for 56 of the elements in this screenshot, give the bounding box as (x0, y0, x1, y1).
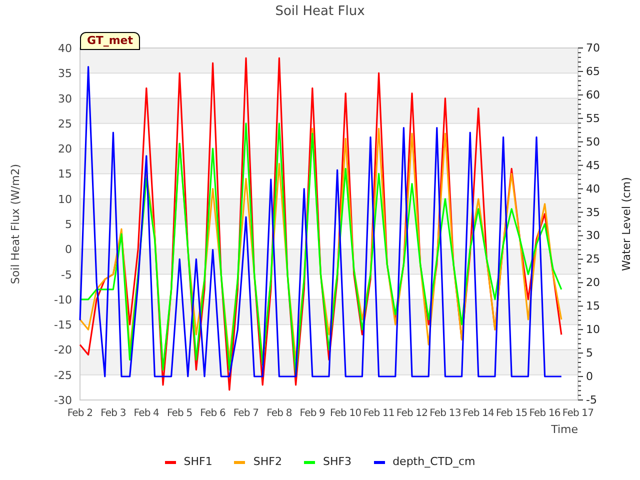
right-tick-label: 45 (586, 158, 600, 172)
x-tick-label: Feb 7 (233, 408, 259, 419)
x-tick-label: Feb 10 (330, 408, 362, 419)
right-tick-label: 20 (586, 276, 600, 290)
right-tick-label: 0 (586, 370, 593, 384)
x-tick-label: Feb 4 (134, 408, 160, 419)
y-tick-label: -25 (54, 368, 72, 382)
y-tick-label: 0 (65, 243, 72, 256)
y-tick-label: -5 (61, 268, 72, 282)
right-tick-label: 35 (586, 206, 600, 219)
right-tick-label: 60 (586, 88, 600, 102)
legend-label: SHF1 (184, 454, 212, 470)
y-axis-title: Soil Heat Flux (W/m2) (9, 164, 22, 284)
x-tick-label: Feb 6 (200, 408, 226, 419)
right-tick-label: 15 (586, 300, 600, 313)
right-tick-label: 10 (586, 323, 600, 336)
x-tick-label: Feb 8 (266, 408, 292, 419)
right-axis-title: Water Level (cm) (620, 177, 633, 271)
legend-label: SHF2 (253, 454, 282, 470)
right-tick-label: 25 (586, 252, 600, 266)
right-tick-label: -5 (586, 394, 597, 406)
y-tick-label: 20 (58, 142, 72, 156)
x-tick-label: Feb 12 (396, 408, 428, 419)
right-tick-label: 5 (586, 346, 593, 360)
right-tick-label: 50 (586, 135, 600, 148)
x-tick-label: Feb 15 (496, 408, 528, 419)
y-tick-label: 15 (58, 168, 72, 181)
legend-label: SHF3 (322, 454, 352, 470)
x-axis-title: Time (551, 423, 578, 436)
y-tick-label: 25 (58, 117, 72, 130)
x-tick-label: Feb 14 (462, 408, 494, 419)
x-tick-label: Feb 11 (363, 408, 394, 419)
legend-label: depth_CTD_cm (392, 454, 476, 470)
source-badge: GT_met (80, 32, 140, 50)
y-tick-label: 10 (58, 192, 72, 206)
y-tick-label: -20 (54, 344, 72, 357)
x-tick-label: Feb 13 (430, 408, 461, 419)
y-tick-label: -10 (54, 293, 72, 306)
chart-title: Soil Heat Flux (275, 3, 365, 22)
y-tick-label: 40 (58, 42, 72, 55)
x-tick-label: Feb 9 (300, 408, 326, 419)
x-tick-label: Feb 2 (67, 408, 93, 419)
right-tick-label: 40 (586, 182, 600, 196)
x-tick-label: Feb 3 (100, 408, 126, 419)
right-tick-label: 65 (586, 64, 600, 78)
y-tick-label: 5 (65, 218, 72, 231)
right-tick-label: 30 (586, 229, 600, 242)
y-tick-label: -30 (54, 394, 72, 407)
x-tick-label: Feb 17 (562, 408, 594, 419)
x-tick-label: Feb 5 (166, 408, 192, 419)
y-tick-label: -15 (54, 318, 72, 332)
right-tick-label: 55 (586, 112, 600, 125)
y-tick-label: 30 (58, 92, 72, 106)
x-tick-label: Feb 16 (529, 408, 560, 419)
right-tick-label: 70 (586, 42, 600, 54)
y-tick-label: 35 (58, 67, 72, 80)
